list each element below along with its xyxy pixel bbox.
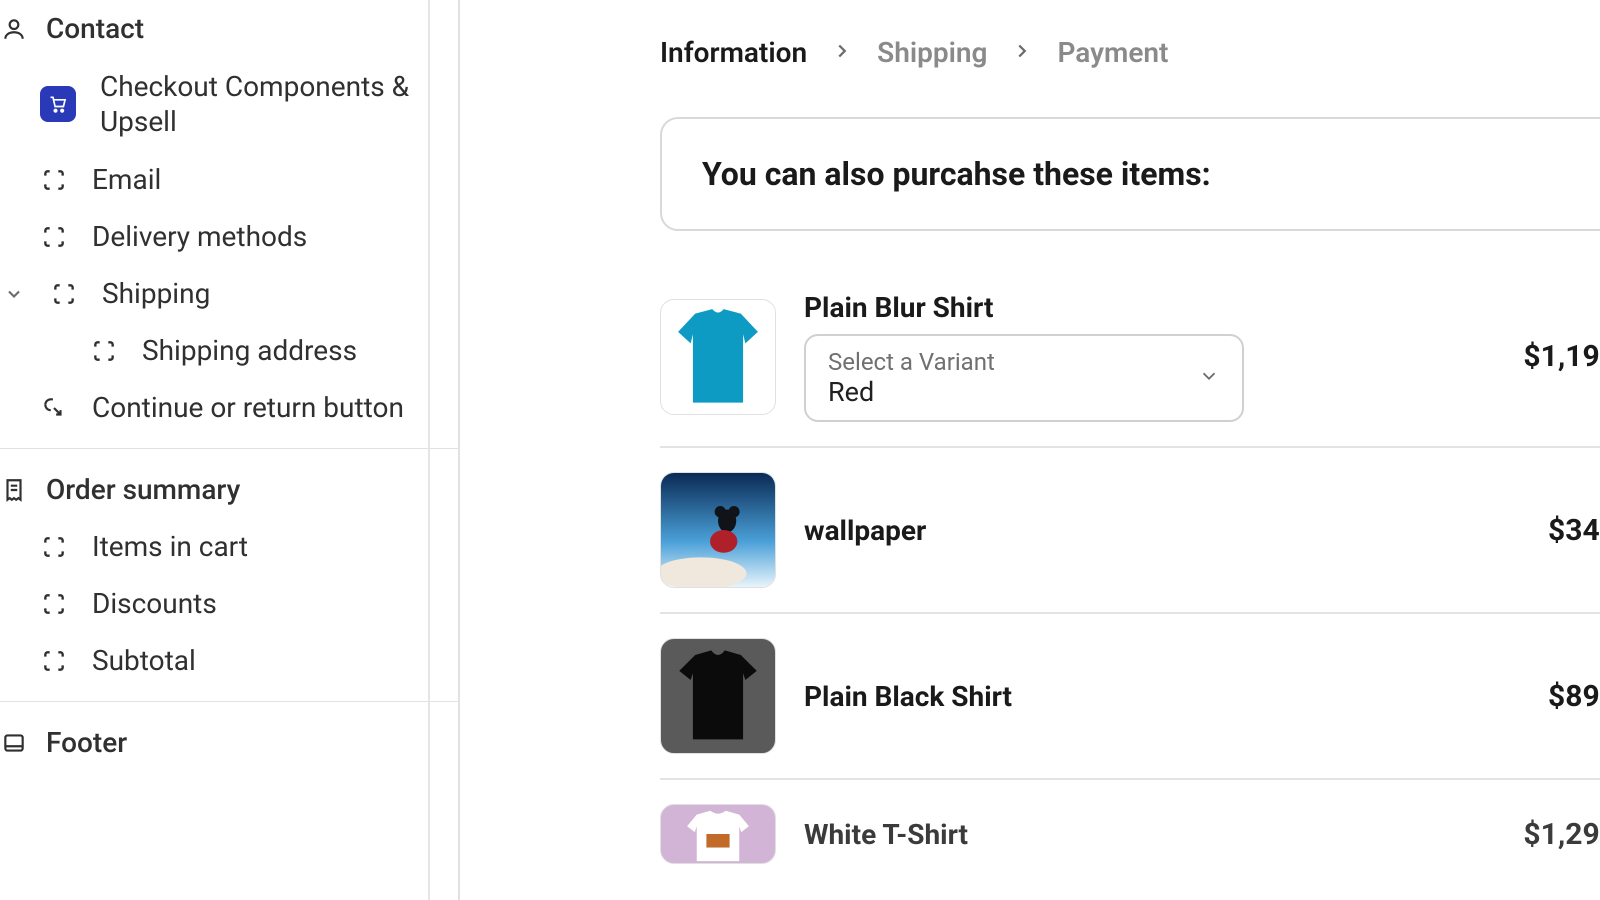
sidebar-item-app-upsell[interactable]: Checkout Components & Upsell — [0, 57, 458, 151]
sidebar-label: Order summary — [46, 473, 240, 506]
sidebar-section-order-summary[interactable]: Order summary — [0, 461, 458, 518]
sidebar-label: Shipping — [102, 277, 434, 310]
variant-select[interactable]: Select a Variant Red — [804, 334, 1244, 422]
divider — [0, 448, 458, 449]
bracket-icon — [40, 166, 68, 194]
footer-icon — [0, 729, 28, 757]
product-thumbnail — [660, 472, 776, 588]
sidebar-item-continue[interactable]: Continue or return button — [0, 379, 458, 436]
sidebar-label: Delivery methods — [92, 220, 434, 253]
product-thumbnail — [660, 804, 776, 864]
sidebar-label: Checkout Components & Upsell — [100, 69, 434, 139]
chevron-right-icon — [831, 36, 853, 69]
product-thumbnail — [660, 299, 776, 415]
product-name: White T-Shirt — [804, 818, 1495, 851]
upsell-item: wallpaper $344.00 — [660, 448, 1600, 614]
upsell-item: Plain Black Shirt $899.00 — [660, 614, 1600, 780]
sidebar-label: Items in cart — [92, 530, 434, 563]
sidebar-item-email[interactable]: Email — [0, 151, 458, 208]
variant-value: Red — [828, 376, 995, 408]
bracket-icon — [40, 533, 68, 561]
product-price: $899.00 — [1548, 679, 1600, 714]
breadcrumb: Information Shipping Payment — [660, 36, 1600, 69]
breadcrumb-step-information[interactable]: Information — [660, 36, 807, 69]
upsell-banner: You can also purcahse these items: — [660, 117, 1600, 231]
sidebar-item-items-in-cart[interactable]: Items in cart — [0, 518, 458, 575]
breadcrumb-step-shipping[interactable]: Shipping — [877, 36, 987, 69]
cursor-return-icon — [40, 394, 68, 422]
product-price: $1,299.00 — [1523, 817, 1600, 852]
sidebar-section-footer[interactable]: Footer — [0, 714, 458, 771]
divider — [0, 701, 458, 702]
sidebar-item-shipping[interactable]: Shipping — [0, 265, 458, 322]
sidebar-item-subtotal[interactable]: Subtotal — [0, 632, 458, 689]
user-icon — [0, 15, 28, 43]
sidebar-label: Discounts — [92, 587, 434, 620]
sidebar-label: Email — [92, 163, 434, 196]
chevron-down-icon — [1198, 365, 1220, 391]
chevron-right-icon — [1011, 36, 1033, 69]
upsell-heading: You can also purcahse these items: — [702, 155, 1600, 193]
chevron-down-icon — [4, 284, 24, 304]
sidebar-item-discounts[interactable]: Discounts — [0, 575, 458, 632]
sidebar-label: Footer — [46, 726, 127, 759]
upsell-item: White T-Shirt $1,299.00 — [660, 780, 1600, 888]
breadcrumb-step-payment[interactable]: Payment — [1057, 36, 1168, 69]
product-price: $344.00 — [1548, 513, 1600, 548]
bracket-icon — [40, 590, 68, 618]
product-thumbnail — [660, 638, 776, 754]
upsell-item: Plain Blur Shirt Select a Variant Red $1… — [660, 267, 1600, 448]
sidebar-label: Contact — [46, 12, 144, 45]
bracket-icon — [90, 337, 118, 365]
sidebar-item-delivery[interactable]: Delivery methods — [0, 208, 458, 265]
bracket-icon — [40, 223, 68, 251]
main-content: Information Shipping Payment You can als… — [460, 0, 1600, 900]
sidebar-section-contact[interactable]: Contact — [0, 0, 458, 57]
receipt-icon — [0, 476, 28, 504]
product-name: Plain Black Shirt — [804, 680, 1520, 713]
sidebar-label: Shipping address — [142, 334, 434, 367]
sidebar-label: Continue or return button — [92, 391, 434, 424]
sidebar-item-shipping-address[interactable]: Shipping address — [0, 322, 458, 379]
bracket-icon — [40, 647, 68, 675]
bracket-icon — [50, 280, 78, 308]
cart-icon — [40, 86, 76, 122]
variant-label: Select a Variant — [828, 348, 995, 376]
sidebar-label: Subtotal — [92, 644, 434, 677]
product-price: $1,199.00 — [1523, 339, 1600, 374]
product-name: wallpaper — [804, 514, 1520, 547]
product-name: Plain Blur Shirt — [804, 291, 1495, 324]
sidebar: Contact Checkout Components & Upsell Ema… — [0, 0, 460, 900]
